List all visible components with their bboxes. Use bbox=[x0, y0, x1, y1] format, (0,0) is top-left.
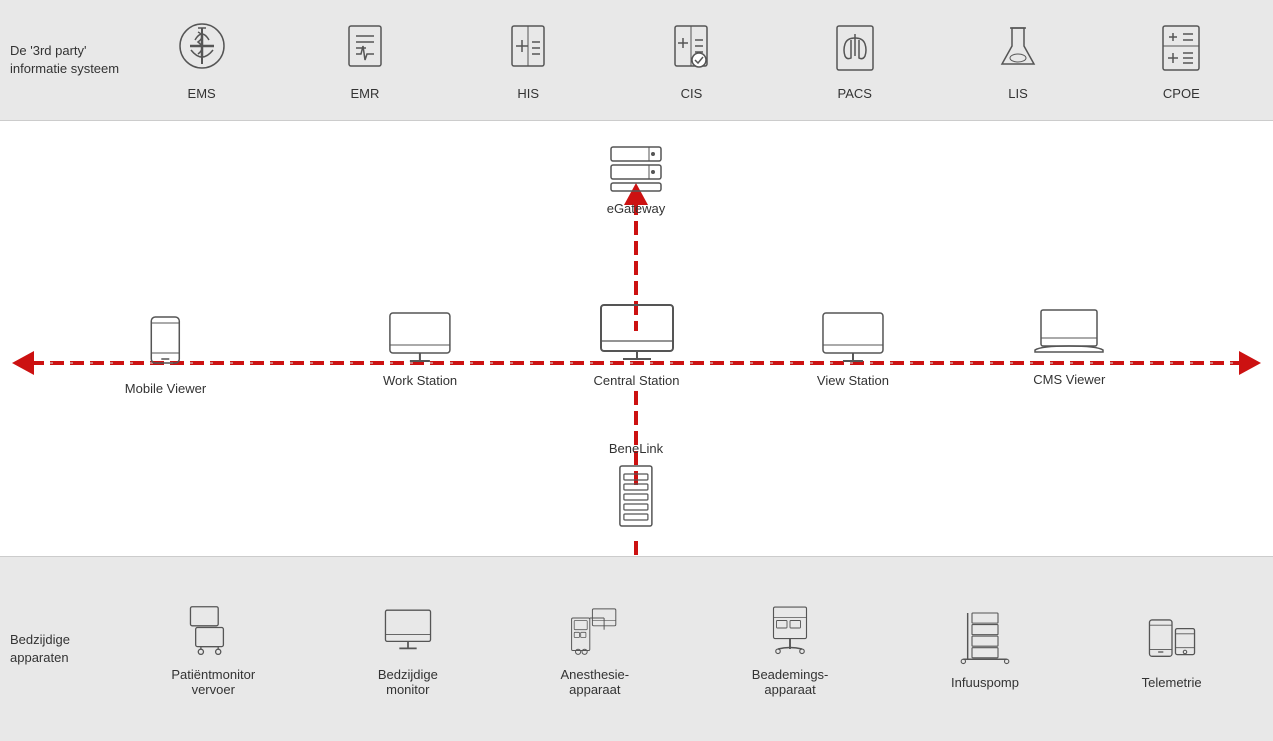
view-station-icon bbox=[819, 309, 887, 367]
beademings-icon bbox=[764, 601, 816, 661]
his-icon bbox=[502, 20, 554, 80]
work-station-item: Work Station bbox=[383, 309, 457, 388]
icon-item-ems: EMS bbox=[176, 20, 228, 101]
icon-item-beademings: Beademings-apparaat bbox=[752, 601, 829, 697]
infuuspomp-label: Infuuspomp bbox=[951, 675, 1019, 690]
ems-icon bbox=[176, 20, 228, 80]
icon-item-anesthesie: Anesthesie-apparaat bbox=[560, 601, 629, 697]
top-section: De '3rd party' informatie systeem EMS bbox=[0, 0, 1273, 121]
view-station-item: View Station bbox=[817, 309, 889, 388]
egateway-icon bbox=[601, 143, 671, 195]
mobile-viewer-item: Mobile Viewer bbox=[125, 313, 206, 396]
central-station-icon bbox=[597, 301, 677, 367]
icon-item-bedside-monitor: Bedzijdigemonitor bbox=[378, 601, 438, 697]
infuuspomp-icon bbox=[959, 609, 1011, 669]
icon-item-pacs: PACS bbox=[829, 20, 881, 101]
central-station-label: Central Station bbox=[594, 373, 680, 388]
cis-icon bbox=[665, 20, 717, 80]
emr-icon bbox=[339, 20, 391, 80]
mobile-viewer-label: Mobile Viewer bbox=[125, 381, 206, 396]
egateway-item: eGateway bbox=[601, 143, 671, 216]
bedside-monitor-label: Bedzijdigemonitor bbox=[378, 667, 438, 697]
pacs-label: PACS bbox=[838, 86, 872, 101]
cpoe-icon bbox=[1155, 20, 1207, 80]
pacs-icon bbox=[829, 20, 881, 80]
mobile-viewer-icon bbox=[143, 313, 187, 375]
icon-item-telemetrie: Telemetrie bbox=[1142, 609, 1202, 690]
icon-item-cis: CIS bbox=[665, 20, 717, 101]
beademings-label: Beademings-apparaat bbox=[752, 667, 829, 697]
middle-section: eGateway Mobile Viewer Work Station bbox=[0, 121, 1273, 601]
telemetrie-label: Telemetrie bbox=[1142, 675, 1202, 690]
icon-item-his: HIS bbox=[502, 20, 554, 101]
cpoe-label: CPOE bbox=[1163, 86, 1200, 101]
telemetrie-icon bbox=[1146, 609, 1198, 669]
cms-viewer-item: CMS Viewer bbox=[1031, 306, 1107, 387]
benelink-icon bbox=[612, 462, 660, 532]
cms-viewer-label: CMS Viewer bbox=[1033, 372, 1105, 387]
patient-monitor-label: Patiëntmonitorvervoer bbox=[171, 667, 255, 697]
emr-label: EMR bbox=[350, 86, 379, 101]
bottom-icons: Patiëntmonitorvervoer Bedzijdigemonitor bbox=[110, 601, 1263, 697]
patient-monitor-icon bbox=[187, 601, 239, 661]
icon-item-infuuspomp: Infuuspomp bbox=[951, 609, 1019, 690]
anesthesie-icon bbox=[569, 601, 621, 661]
third-party-label: De '3rd party' informatie systeem bbox=[10, 42, 120, 78]
icon-item-emr: EMR bbox=[339, 20, 391, 101]
bedside-label: Bedzijdige apparaten bbox=[10, 631, 110, 667]
top-icons: EMS EMR bbox=[120, 20, 1263, 101]
cis-label: CIS bbox=[681, 86, 703, 101]
ems-label: EMS bbox=[188, 86, 216, 101]
icon-item-cpoe: CPOE bbox=[1155, 20, 1207, 101]
icon-item-patient-monitor: Patiëntmonitorvervoer bbox=[171, 601, 255, 697]
bedside-monitor-icon bbox=[382, 601, 434, 661]
icon-item-lis: LIS bbox=[992, 20, 1044, 101]
lis-label: LIS bbox=[1008, 86, 1028, 101]
central-station-item: Central Station bbox=[594, 301, 680, 388]
work-station-icon bbox=[386, 309, 454, 367]
lis-icon bbox=[992, 20, 1044, 80]
cms-viewer-icon bbox=[1031, 306, 1107, 366]
anesthesie-label: Anesthesie-apparaat bbox=[560, 667, 629, 697]
view-station-label: View Station bbox=[817, 373, 889, 388]
benelink-label: BeneLink bbox=[609, 441, 663, 456]
his-label: HIS bbox=[517, 86, 539, 101]
work-station-label: Work Station bbox=[383, 373, 457, 388]
benelink-item: BeneLink bbox=[609, 441, 663, 532]
egateway-label: eGateway bbox=[607, 201, 666, 216]
bottom-section: Bedzijdige apparaten Patiëntmonitorvervo… bbox=[0, 556, 1273, 741]
